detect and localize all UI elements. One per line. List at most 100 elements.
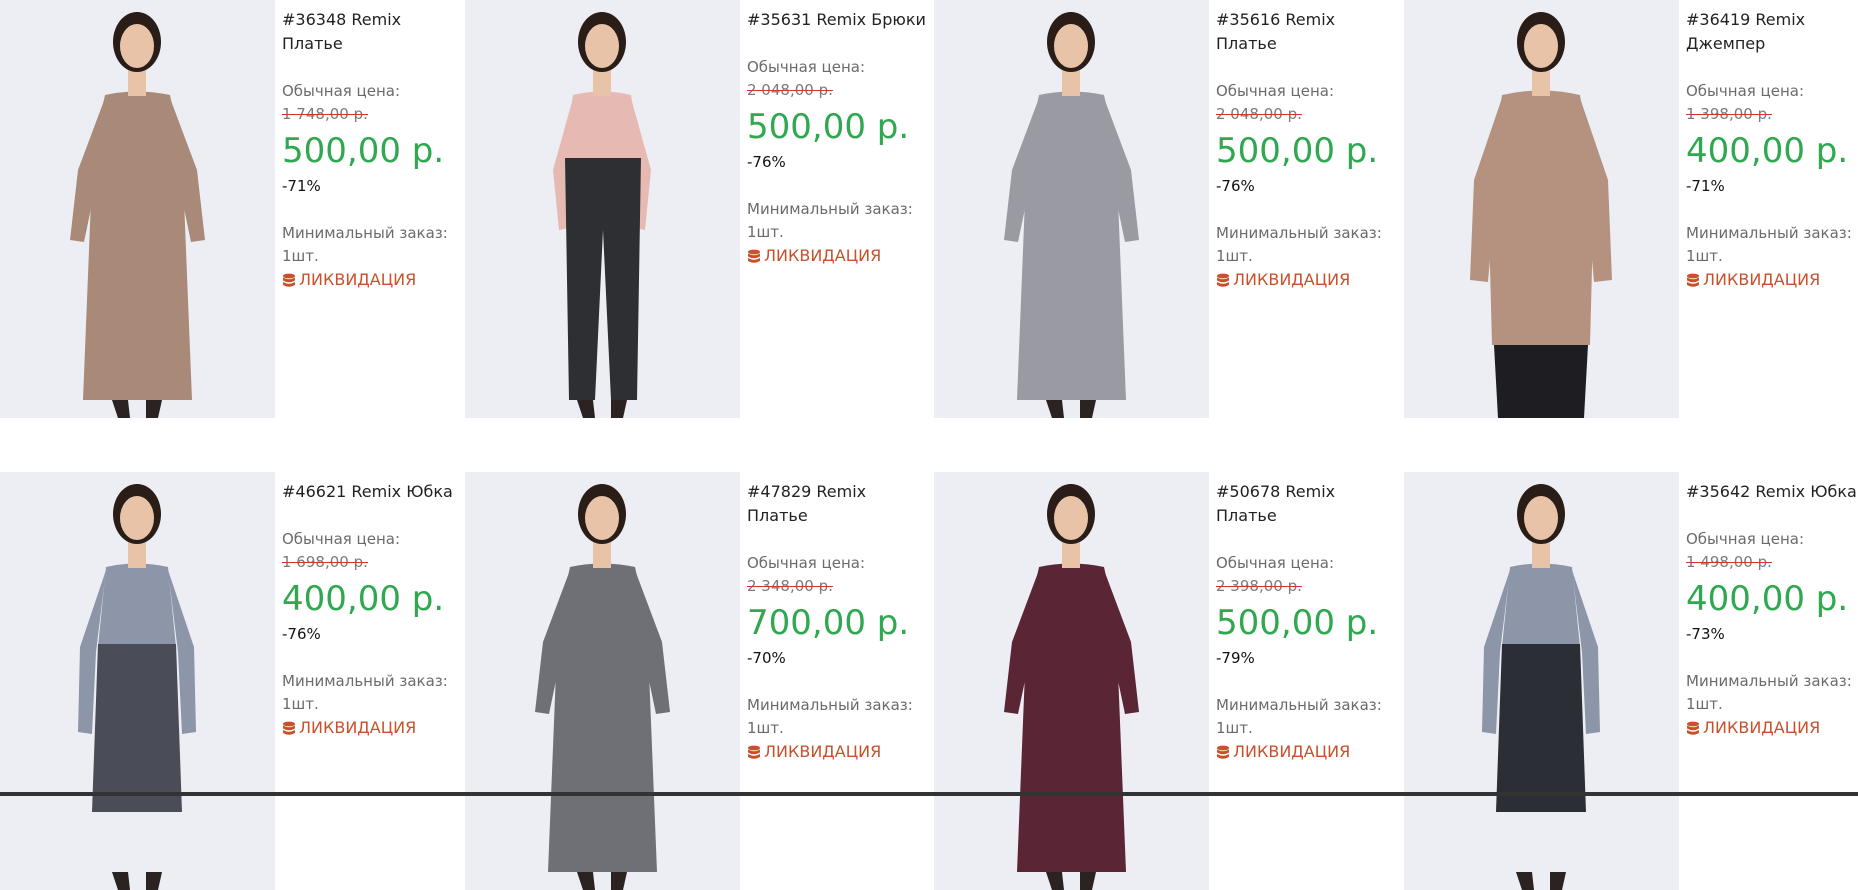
min-order-value: 1шт. (1216, 247, 1253, 265)
min-order-label: Минимальный заказ: (747, 696, 913, 714)
product-title-link[interactable]: #47829 Remix Платье (747, 480, 927, 528)
min-order-label: Минимальный заказ: (282, 224, 448, 242)
model-photo-graphic (1404, 472, 1679, 890)
liquidation-tag-label: ЛИКВИДАЦИЯ (1233, 742, 1351, 761)
product-card: #35631 Remix Брюки Обычная цена: 2 048,0… (465, 0, 926, 418)
model-photo-graphic (465, 472, 740, 890)
liquidation-tag-link[interactable]: ЛИКВИДАЦИЯ (1686, 268, 1858, 292)
database-icon (747, 744, 761, 760)
discount-percent: -76% (282, 625, 321, 643)
product-info: #35642 Remix Юбка Обычная цена: 1 498,00… (1686, 480, 1858, 740)
model-photo-graphic (0, 0, 275, 418)
min-order-label: Минимальный заказ: (747, 200, 913, 218)
min-order-value: 1шт. (282, 247, 319, 265)
model-photo-graphic (1404, 0, 1679, 418)
page-bottom-edge (0, 792, 1858, 796)
sale-price: 400,00 р. (1686, 579, 1849, 619)
product-card: #35616 Remix Платье Обычная цена: 2 048,… (934, 0, 1395, 418)
product-info: #35631 Remix Брюки Обычная цена: 2 048,0… (747, 8, 927, 268)
product-title-link[interactable]: #46621 Remix Юбка (282, 480, 462, 504)
min-order-value: 1шт. (747, 223, 784, 241)
product-image[interactable] (0, 472, 275, 890)
product-title-link[interactable]: #35631 Remix Брюки (747, 8, 927, 32)
min-order-label: Минимальный заказ: (1216, 696, 1382, 714)
liquidation-tag-label: ЛИКВИДАЦИЯ (764, 742, 882, 761)
min-order-label: Минимальный заказ: (1686, 224, 1852, 242)
discount-percent: -73% (1686, 625, 1725, 643)
liquidation-tag-link[interactable]: ЛИКВИДАЦИЯ (747, 740, 927, 764)
product-card: #46621 Remix Юбка Обычная цена: 1 698,00… (0, 472, 461, 890)
regular-price-label: Обычная цена: (1216, 554, 1335, 572)
min-order-value: 1шт. (1686, 695, 1723, 713)
discount-percent: -76% (1216, 177, 1255, 195)
sale-price: 500,00 р. (1216, 131, 1379, 171)
product-title-link[interactable]: #36419 Remix Джемпер (1686, 8, 1858, 56)
product-info: #35616 Remix Платье Обычная цена: 2 048,… (1216, 8, 1396, 292)
product-image[interactable] (934, 0, 1209, 418)
product-title-link[interactable]: #36348 Remix Платье (282, 8, 462, 56)
product-title-link[interactable]: #50678 Remix Платье (1216, 480, 1396, 528)
product-card: #47829 Remix Платье Обычная цена: 2 348,… (465, 472, 926, 890)
sale-price: 500,00 р. (282, 131, 445, 171)
liquidation-tag-label: ЛИКВИДАЦИЯ (299, 718, 417, 737)
discount-percent: -79% (1216, 649, 1255, 667)
regular-price-label: Обычная цена: (747, 58, 866, 76)
old-price: 1 748,00 р. (282, 105, 368, 123)
product-info: #36419 Remix Джемпер Обычная цена: 1 398… (1686, 8, 1858, 292)
old-price: 2 048,00 р. (747, 81, 833, 99)
database-icon (1216, 744, 1230, 760)
liquidation-tag-link[interactable]: ЛИКВИДАЦИЯ (282, 268, 462, 292)
product-card: #36419 Remix Джемпер Обычная цена: 1 398… (1404, 0, 1858, 418)
old-price: 1 498,00 р. (1686, 553, 1772, 571)
regular-price-label: Обычная цена: (1686, 530, 1805, 548)
old-price: 2 398,00 р. (1216, 577, 1302, 595)
liquidation-tag-link[interactable]: ЛИКВИДАЦИЯ (1686, 716, 1858, 740)
min-order-label: Минимальный заказ: (1216, 224, 1382, 242)
product-title-link[interactable]: #35642 Remix Юбка (1686, 480, 1858, 504)
sale-price: 400,00 р. (1686, 131, 1849, 171)
discount-percent: -76% (747, 153, 786, 171)
product-card: #35642 Remix Юбка Обычная цена: 1 498,00… (1404, 472, 1858, 890)
product-image[interactable] (0, 0, 275, 418)
product-image[interactable] (465, 472, 740, 890)
product-image[interactable] (1404, 0, 1679, 418)
product-image[interactable] (934, 472, 1209, 890)
liquidation-tag-link[interactable]: ЛИКВИДАЦИЯ (747, 244, 927, 268)
min-order-label: Минимальный заказ: (282, 672, 448, 690)
product-row: #36348 Remix Платье Обычная цена: 1 748,… (0, 0, 1858, 418)
sale-price: 700,00 р. (747, 603, 910, 643)
discount-percent: -71% (1686, 177, 1725, 195)
model-photo-graphic (465, 0, 740, 418)
old-price: 2 348,00 р. (747, 577, 833, 595)
product-info: #46621 Remix Юбка Обычная цена: 1 698,00… (282, 480, 462, 740)
discount-percent: -71% (282, 177, 321, 195)
sale-price: 500,00 р. (747, 107, 910, 147)
database-icon (1686, 720, 1700, 736)
min-order-value: 1шт. (1216, 719, 1253, 737)
liquidation-tag-link[interactable]: ЛИКВИДАЦИЯ (282, 716, 462, 740)
product-card: #50678 Remix Платье Обычная цена: 2 398,… (934, 472, 1395, 890)
liquidation-tag-label: ЛИКВИДАЦИЯ (1703, 718, 1821, 737)
liquidation-tag-label: ЛИКВИДАЦИЯ (764, 246, 882, 265)
min-order-label: Минимальный заказ: (1686, 672, 1852, 690)
liquidation-tag-link[interactable]: ЛИКВИДАЦИЯ (1216, 740, 1396, 764)
old-price: 1 698,00 р. (282, 553, 368, 571)
regular-price-label: Обычная цена: (282, 530, 401, 548)
database-icon (282, 720, 296, 736)
min-order-value: 1шт. (747, 719, 784, 737)
database-icon (282, 272, 296, 288)
liquidation-tag-link[interactable]: ЛИКВИДАЦИЯ (1216, 268, 1396, 292)
database-icon (1686, 272, 1700, 288)
product-row: #46621 Remix Юбка Обычная цена: 1 698,00… (0, 472, 1858, 890)
product-title-link[interactable]: #35616 Remix Платье (1216, 8, 1396, 56)
sale-price: 400,00 р. (282, 579, 445, 619)
product-card: #36348 Remix Платье Обычная цена: 1 748,… (0, 0, 461, 418)
product-info: #50678 Remix Платье Обычная цена: 2 398,… (1216, 480, 1396, 764)
product-image[interactable] (465, 0, 740, 418)
liquidation-tag-label: ЛИКВИДАЦИЯ (1233, 270, 1351, 289)
min-order-value: 1шт. (1686, 247, 1723, 265)
product-info: #36348 Remix Платье Обычная цена: 1 748,… (282, 8, 462, 292)
regular-price-label: Обычная цена: (1216, 82, 1335, 100)
database-icon (747, 248, 761, 264)
product-image[interactable] (1404, 472, 1679, 890)
